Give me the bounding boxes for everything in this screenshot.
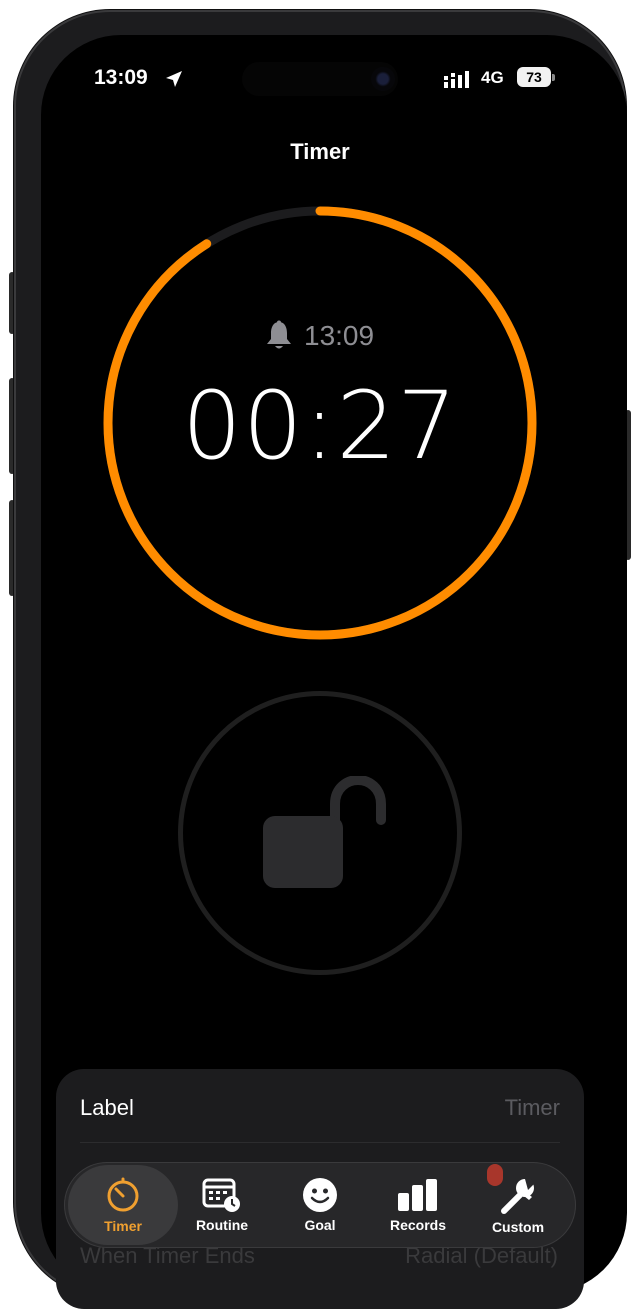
signal-icon [444, 71, 469, 88]
divider [80, 1142, 560, 1143]
battery-icon: 73 [517, 67, 551, 87]
tab-timer[interactable]: Timer [68, 1165, 178, 1245]
timer-icon [107, 1177, 139, 1212]
tab-label-records: Records [389, 1217, 447, 1233]
network-type: 4G [481, 68, 504, 87]
lock-button[interactable] [178, 691, 462, 975]
camera-icon [371, 67, 395, 91]
wrench-icon [501, 1179, 534, 1214]
status-time: 13:09 [94, 66, 148, 89]
tab-label-goal: Goal [304, 1217, 336, 1233]
countdown-display: 00:27 [182, 372, 458, 481]
tab-label-custom: Custom [491, 1219, 545, 1235]
battery-tip [552, 74, 555, 81]
unlock-icon [263, 776, 386, 888]
label-row-title[interactable]: Label [80, 1095, 134, 1121]
bell-icon [267, 320, 291, 349]
tab-routine[interactable]: Routine [182, 1162, 262, 1248]
label-row-value[interactable]: Timer [505, 1095, 560, 1121]
tab-records[interactable]: Records [376, 1162, 460, 1248]
bar-chart-icon [398, 1179, 437, 1211]
page-title: Timer [290, 139, 350, 164]
tab-label-timer: Timer [104, 1218, 142, 1234]
tab-label-routine: Routine [195, 1217, 249, 1233]
alarm-end-time: 13:09 [304, 320, 375, 351]
tab-goal[interactable]: Goal [280, 1162, 360, 1248]
location-arrow-icon [166, 71, 182, 87]
notification-badge [487, 1164, 503, 1186]
calendar-clock-icon [202, 1178, 240, 1212]
smiley-icon [303, 1178, 337, 1212]
